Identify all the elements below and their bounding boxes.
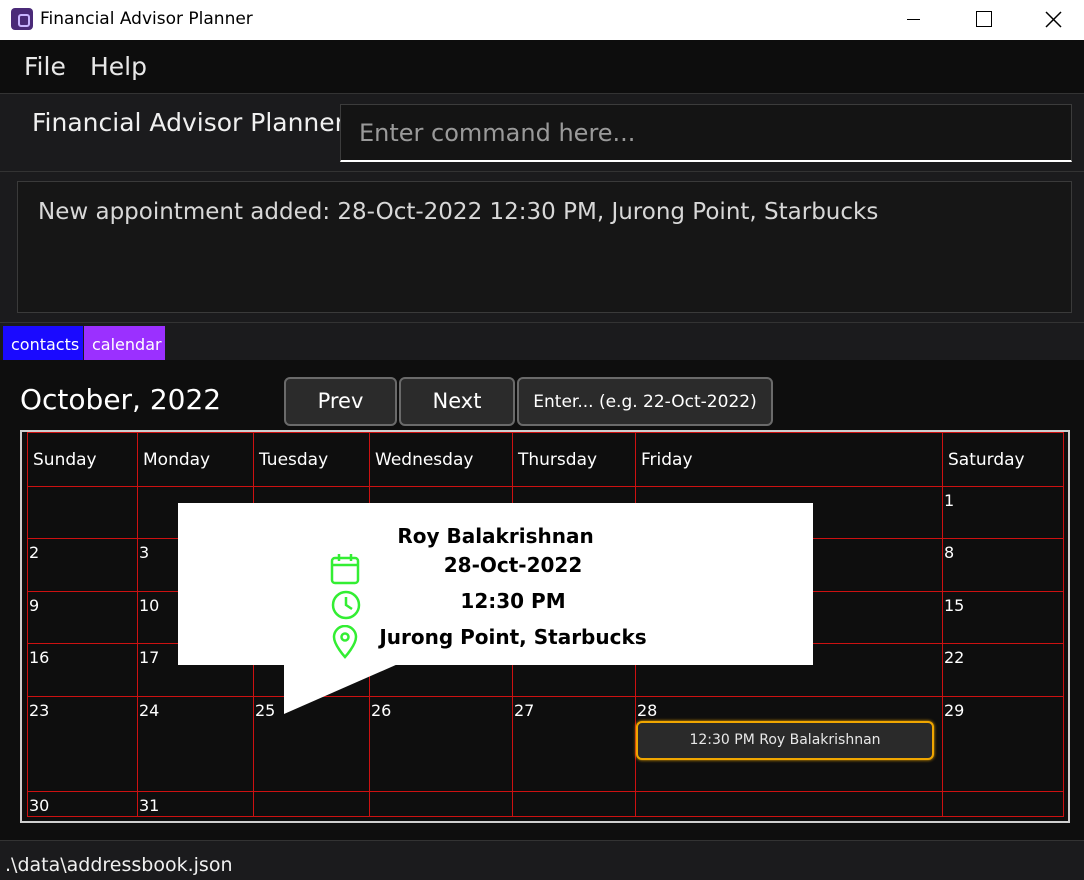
tab-contacts[interactable]: contacts xyxy=(3,326,83,360)
popover-name: Roy Balakrishnan xyxy=(397,524,594,548)
close-icon xyxy=(1045,11,1062,28)
result-display: New appointment added: 28-Oct-2022 12:30… xyxy=(17,181,1072,313)
appointment-card[interactable]: 12:30 PM Roy Balakrishnan xyxy=(636,721,934,760)
menu-file[interactable]: File xyxy=(24,52,66,81)
day-header: Wednesday xyxy=(369,432,513,487)
appointment-popover: Roy Balakrishnan 28-Oct-2022 12:30 PM Ju… xyxy=(178,503,813,665)
day-cell: 1 xyxy=(942,486,1064,539)
tab-calendar[interactable]: calendar xyxy=(84,326,165,360)
day-header: Sunday xyxy=(27,432,138,487)
day-header: Tuesday xyxy=(253,432,370,487)
next-button[interactable]: Next xyxy=(399,377,515,426)
status-file-path: .\data\addressbook.json xyxy=(5,854,233,876)
app-label: Financial Advisor Planner xyxy=(32,108,345,137)
result-text: New appointment added: 28-Oct-2022 12:30… xyxy=(38,199,879,225)
day-cell xyxy=(253,791,370,817)
day-cell: 22 xyxy=(942,643,1064,697)
day-cell: 8 xyxy=(942,538,1064,592)
window-title: Financial Advisor Planner xyxy=(40,9,253,29)
menu-help[interactable]: Help xyxy=(90,52,147,81)
popover-tail xyxy=(284,664,398,714)
day-cell: 24 xyxy=(137,696,254,792)
day-cell: 16 xyxy=(27,643,138,697)
command-input[interactable] xyxy=(340,104,1072,162)
day-cell xyxy=(942,791,1064,817)
day-cell xyxy=(635,791,943,817)
day-cell xyxy=(369,791,513,817)
day-cell: 31 xyxy=(137,791,254,817)
status-bar: .\data\addressbook.json xyxy=(0,840,1084,880)
maximize-button[interactable] xyxy=(948,0,1018,40)
day-header: Friday xyxy=(635,432,943,487)
menu-bar: File Help xyxy=(0,40,1084,94)
popover-time: 12:30 PM xyxy=(460,589,566,613)
command-row: Financial Advisor Planner xyxy=(0,95,1084,172)
day-cell: 29 xyxy=(942,696,1064,792)
popover-date: 28-Oct-2022 xyxy=(443,553,583,577)
prev-button[interactable]: Prev xyxy=(284,377,397,426)
popover-location: Jurong Point, Starbucks xyxy=(379,625,647,649)
day-cell: 27 xyxy=(512,696,636,792)
date-jump-input[interactable] xyxy=(517,377,773,426)
month-title: October, 2022 xyxy=(20,383,222,416)
day-cell: 15 xyxy=(942,591,1064,644)
day-cell xyxy=(27,486,138,539)
app-icon xyxy=(11,8,33,30)
day-header: Monday xyxy=(137,432,254,487)
minimize-button[interactable] xyxy=(878,0,948,40)
title-bar: Financial Advisor Planner xyxy=(0,0,1084,40)
day-cell: 23 xyxy=(27,696,138,792)
day-header: Thursday xyxy=(512,432,636,487)
close-button[interactable] xyxy=(1018,0,1084,40)
day-header: Saturday xyxy=(942,432,1064,487)
day-cell xyxy=(512,791,636,817)
day-cell: 2 xyxy=(27,538,138,592)
day-cell: 9 xyxy=(27,591,138,644)
day-cell: 30 xyxy=(27,791,138,817)
tab-strip: contacts calendar xyxy=(0,322,1084,360)
